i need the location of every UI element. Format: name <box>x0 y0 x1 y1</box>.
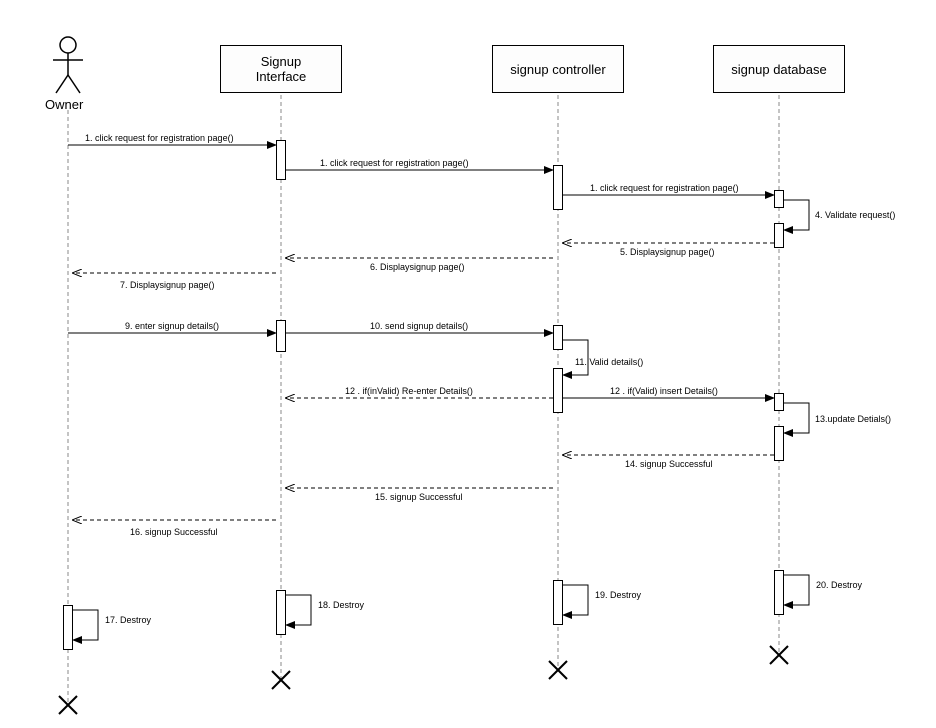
actor-owner-label: Owner <box>45 97 83 112</box>
activation-bar <box>774 223 784 248</box>
participant-interface: Signup Interface <box>220 45 342 93</box>
activation-bar <box>774 190 784 208</box>
msg-label: 19. Destroy <box>595 590 641 600</box>
msg-label: 18. Destroy <box>318 600 364 610</box>
msg-label: 12 . if(inValid) Re-enter Details() <box>345 386 473 396</box>
activation-bar <box>276 590 286 635</box>
msg-label: 4. Validate request() <box>815 210 895 220</box>
msg-label: 17. Destroy <box>105 615 151 625</box>
msg-label: 1. click request for registration page() <box>320 158 469 168</box>
participant-controller-label: signup controller <box>510 62 605 77</box>
activation-bar <box>553 580 563 625</box>
msg-label: 10. send signup details() <box>370 321 468 331</box>
msg-label: 12 . if(Valid) insert Details() <box>610 386 718 396</box>
participant-controller: signup controller <box>492 45 624 93</box>
msg-label: 14. signup Successful <box>625 459 713 469</box>
stick-figure-icon <box>50 35 86 95</box>
participant-database-label: signup database <box>731 62 826 77</box>
msg-label: 5. Displaysignup page() <box>620 247 715 257</box>
activation-bar <box>276 320 286 352</box>
participant-database: signup database <box>713 45 845 93</box>
msg-label: 20. Destroy <box>816 580 862 590</box>
sequence-diagram: Owner Signup Interface signup controller… <box>0 0 936 728</box>
msg-label: 1. click request for registration page() <box>590 183 739 193</box>
msg-label: 13.update Detials() <box>815 414 891 424</box>
activation-bar <box>553 165 563 210</box>
participant-interface-label1: Signup <box>261 54 301 69</box>
msg-label: 9. enter signup details() <box>125 321 219 331</box>
activation-bar <box>774 426 784 461</box>
activation-bar <box>63 605 73 650</box>
msg-label: 15. signup Successful <box>375 492 463 502</box>
actor-owner <box>50 35 86 95</box>
msg-label: 7. Displaysignup page() <box>120 280 215 290</box>
msg-label: 1. click request for registration page() <box>85 133 234 143</box>
participant-interface-label2: Interface <box>256 69 307 84</box>
msg-label: 6. Displaysignup page() <box>370 262 465 272</box>
msg-label: 16. signup Successful <box>130 527 218 537</box>
activation-bar <box>774 393 784 411</box>
activation-bar <box>553 368 563 413</box>
activation-bar <box>276 140 286 180</box>
msg-label: 11. Valid details() <box>575 357 643 367</box>
activation-bar <box>774 570 784 615</box>
activation-bar <box>553 325 563 350</box>
